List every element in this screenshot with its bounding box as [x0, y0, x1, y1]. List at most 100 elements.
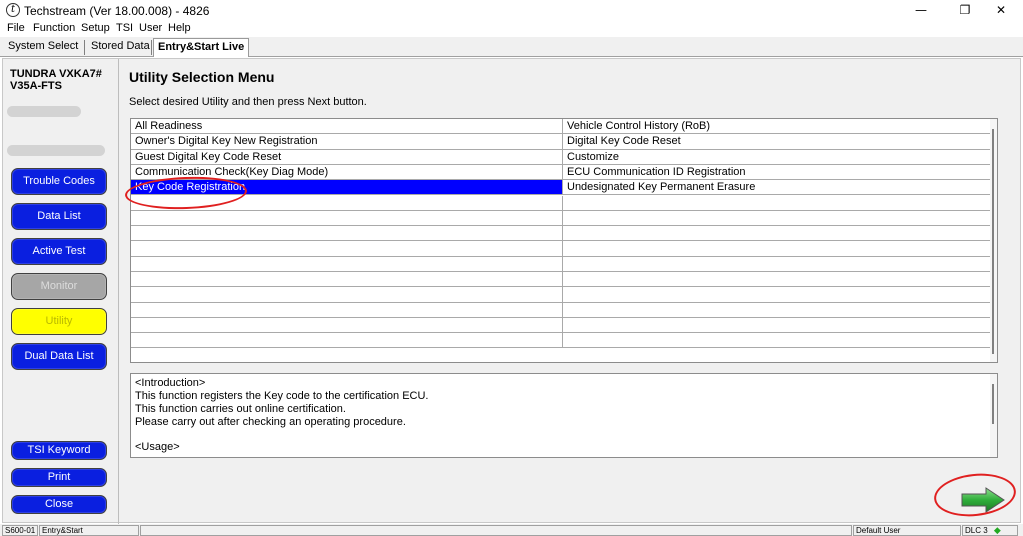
utility-row[interactable] [131, 287, 993, 303]
utility-list: All Readiness Vehicle Control History (Ro… [130, 118, 998, 363]
utility-item [563, 287, 993, 301]
utility-item[interactable]: Guest Digital Key Code Reset [131, 149, 563, 164]
status-message [140, 525, 852, 536]
content-area: Utility Selection Menu Select desired Ut… [120, 59, 1020, 524]
tab-stored-data[interactable]: Stored Data [87, 38, 154, 57]
status-code: S600-01 [2, 525, 38, 536]
introduction-panel: <Introduction> This function registers t… [130, 373, 998, 458]
utility-item[interactable]: Undesignated Key Permanent Erasure [563, 180, 993, 194]
redacted-info [7, 145, 105, 156]
utility-item [563, 303, 993, 317]
menu-file[interactable]: File [7, 22, 25, 34]
utility-item[interactable]: Digital Key Code Reset [563, 134, 993, 148]
redacted-info [7, 106, 81, 117]
utility-item[interactable]: Key Code Registration [131, 180, 563, 195]
utility-item [563, 333, 993, 347]
utility-row[interactable] [131, 256, 993, 272]
scrollbar-thumb[interactable] [992, 129, 994, 354]
utility-row[interactable]: Owner's Digital Key New Registration Digi… [131, 134, 993, 150]
utility-item [563, 226, 993, 240]
tsi-keyword-button[interactable]: TSI Keyword [11, 441, 107, 460]
menu-tsi[interactable]: TSI [116, 22, 133, 34]
dual-data-list-button[interactable]: Dual Data List [11, 343, 107, 370]
scrollbar-thumb[interactable] [992, 384, 994, 424]
utility-item[interactable]: ECU Communication ID Registration [563, 165, 993, 179]
utility-item [131, 333, 563, 348]
connection-indicator-icon: ◆ [993, 525, 1001, 535]
menu-function[interactable]: Function [33, 22, 75, 34]
menu-bar: File Function Setup TSI User Help [0, 21, 1023, 37]
vehicle-engine: V35A-FTS [10, 80, 62, 92]
utility-item [563, 272, 993, 286]
page-title: Utility Selection Menu [129, 69, 275, 85]
utility-row[interactable] [131, 333, 993, 349]
techstream-logo-icon: t [6, 3, 20, 17]
instruction-text: Select desired Utility and then press Ne… [129, 96, 367, 108]
utility-item[interactable]: Customize [563, 150, 993, 164]
menu-setup[interactable]: Setup [81, 22, 110, 34]
intro-line: This function carries out online certifi… [135, 403, 346, 415]
minimize-button[interactable]: — [899, 0, 943, 21]
next-arrow-icon[interactable] [960, 486, 1006, 514]
utility-item [563, 318, 993, 332]
monitor-button[interactable]: Monitor [11, 273, 107, 300]
status-user: Default User [853, 525, 961, 536]
utility-item [563, 241, 993, 255]
utility-row[interactable] [131, 302, 993, 318]
status-bar: S600-01 Entry&Start Default User DLC 3 ◆ [0, 524, 1023, 536]
utility-item [563, 196, 993, 210]
trouble-codes-button[interactable]: Trouble Codes [11, 168, 107, 195]
utility-item [131, 256, 563, 271]
close-window-button[interactable]: ✕ [979, 0, 1023, 21]
utility-row[interactable] [131, 272, 993, 288]
utility-row[interactable]: Communication Check(Key Diag Mode) ECU Co… [131, 164, 993, 181]
utility-item [563, 211, 993, 225]
menu-user[interactable]: User [139, 22, 162, 34]
utility-item [131, 317, 563, 333]
utility-button[interactable]: Utility [11, 308, 107, 335]
status-mode: Entry&Start [39, 525, 139, 536]
utility-item[interactable]: All Readiness [131, 119, 563, 134]
menu-help[interactable]: Help [168, 22, 191, 34]
utility-item[interactable]: Vehicle Control History (RoB) [563, 119, 993, 133]
intro-line: This function registers the Key code to … [135, 390, 429, 402]
utility-item [131, 226, 563, 241]
utility-item [131, 287, 563, 302]
utility-item [131, 210, 563, 226]
utility-row[interactable] [131, 317, 993, 334]
utility-row[interactable]: Guest Digital Key Code Reset Customize [131, 149, 993, 165]
title-bar: t Techstream (Ver 18.00.008) - 4826 — ❐ … [0, 0, 1023, 21]
print-button[interactable]: Print [11, 468, 107, 487]
introduction-scrollbar[interactable] [990, 374, 997, 457]
sidebar: TUNDRA VXKA7# V35A-FTS Trouble Codes Dat… [3, 59, 119, 524]
utility-item[interactable]: Owner's Digital Key New Registration [131, 134, 563, 149]
utility-row[interactable] [131, 195, 993, 211]
tab-system-select[interactable]: System Select [4, 38, 82, 57]
active-test-button[interactable]: Active Test [11, 238, 107, 265]
intro-line: <Usage> [135, 441, 180, 453]
utility-row[interactable] [131, 226, 993, 242]
utility-item [131, 302, 563, 317]
intro-line: <Introduction> [135, 377, 206, 389]
utility-row[interactable] [131, 241, 993, 257]
utility-item [131, 195, 563, 210]
tab-entry-start-live[interactable]: Entry&Start Live [153, 38, 250, 57]
close-button[interactable]: Close [11, 495, 107, 514]
status-connection: DLC 3 ◆ [962, 525, 1018, 536]
vehicle-model: TUNDRA VXKA7# [10, 68, 102, 80]
utility-list-scrollbar[interactable] [990, 119, 997, 362]
utility-item [563, 257, 993, 271]
utility-item [131, 241, 563, 256]
tab-separator [151, 40, 152, 55]
utility-item[interactable]: Communication Check(Key Diag Mode) [131, 164, 563, 180]
utility-row[interactable]: All Readiness Vehicle Control History (Ro… [131, 119, 993, 135]
utility-row[interactable]: Key Code Registration Undesignated Key Pe… [131, 180, 993, 196]
utility-row[interactable] [131, 210, 993, 227]
window-title: Techstream (Ver 18.00.008) - 4826 [24, 4, 210, 18]
utility-item [131, 272, 563, 287]
intro-line: Please carry out after checking an opera… [135, 416, 406, 428]
tab-separator [84, 40, 85, 55]
connection-label: DLC 3 [965, 526, 988, 535]
main-window: TUNDRA VXKA7# V35A-FTS Trouble Codes Dat… [2, 58, 1021, 524]
data-list-button[interactable]: Data List [11, 203, 107, 230]
